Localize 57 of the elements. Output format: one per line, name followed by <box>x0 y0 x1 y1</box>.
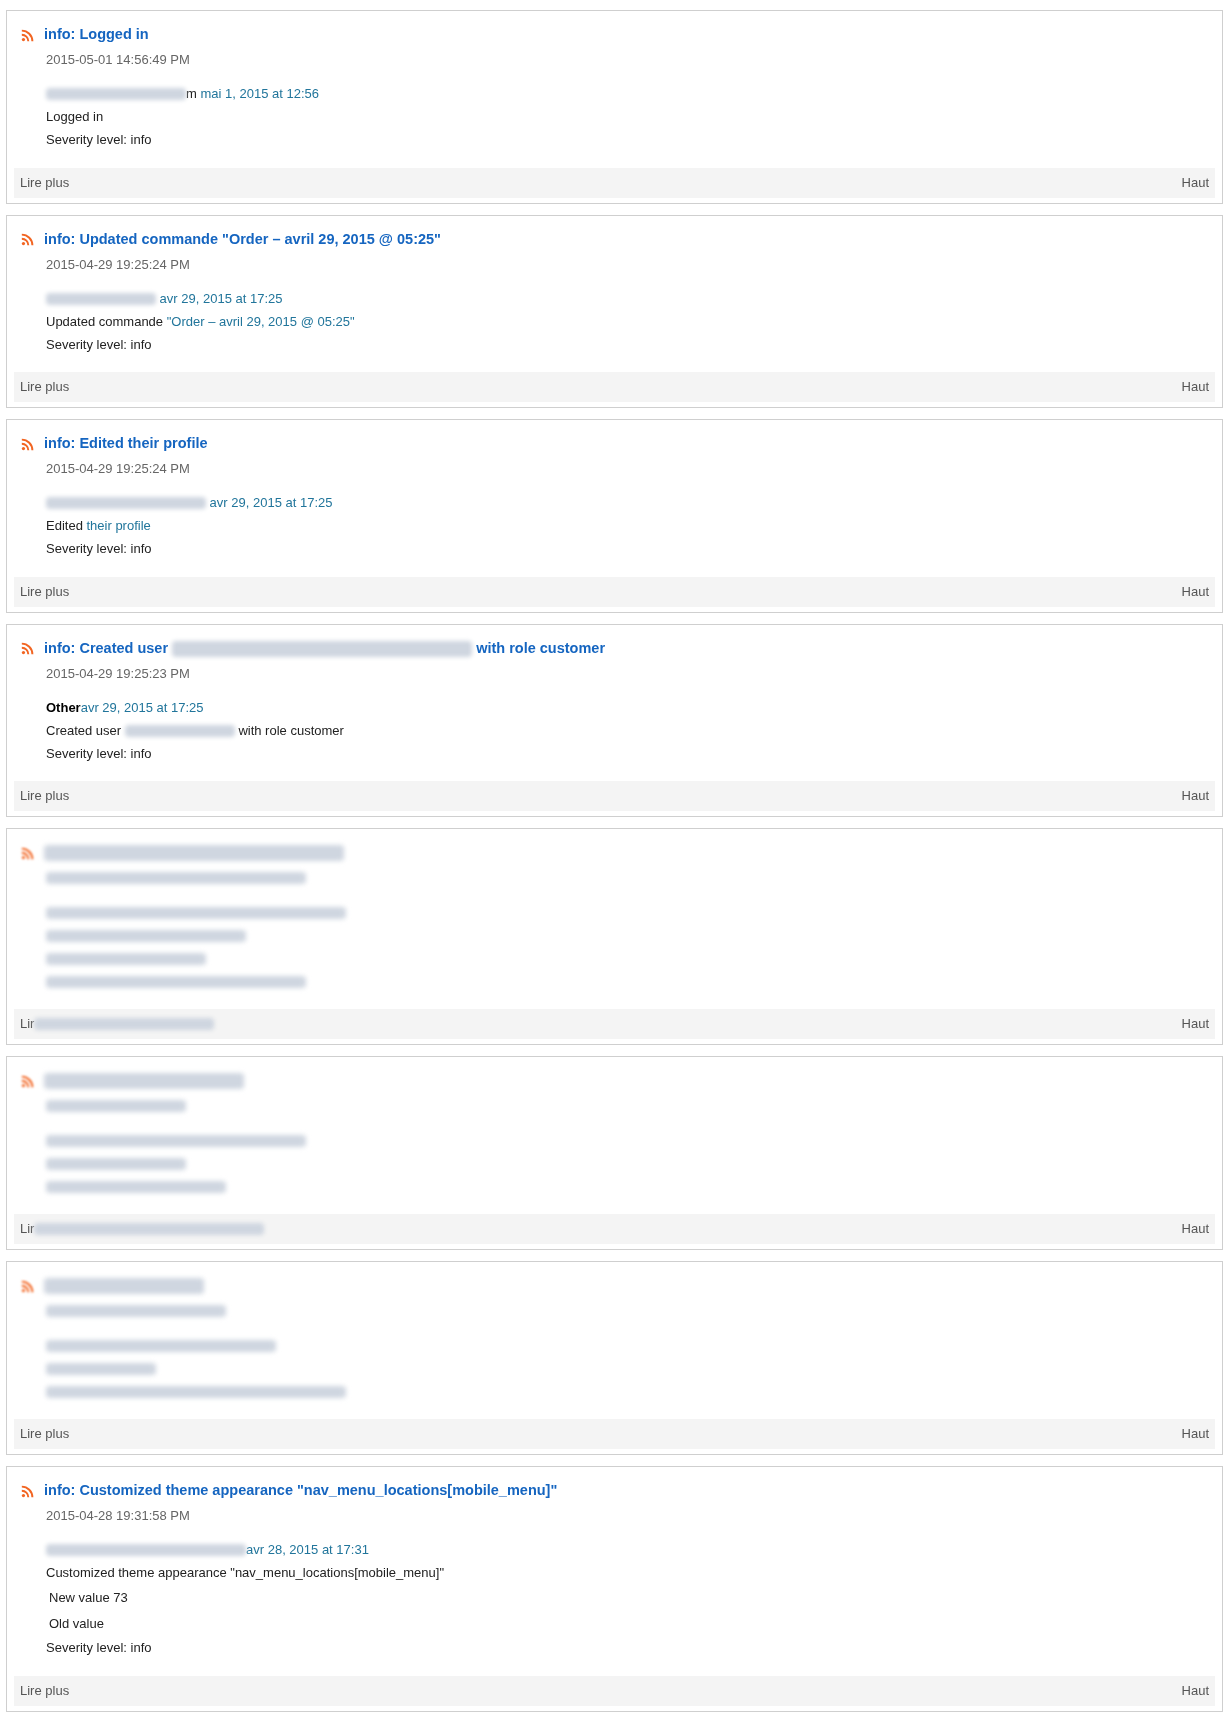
entry-text: New value 73 <box>49 1588 128 1607</box>
entry-date: 2015-04-29 19:25:24 PM <box>45 460 191 478</box>
entry-text: Edited <box>46 517 84 536</box>
read-more-link[interactable]: Lire plus <box>20 172 70 193</box>
read-more-link[interactable]: Lire plus <box>20 1424 70 1444</box>
entry-link[interactable]: avr 29, 2015 at 17:25 <box>206 493 333 513</box>
read-more-link[interactable]: Lir <box>20 1219 35 1239</box>
rss-icon <box>21 846 34 860</box>
entry-title[interactable]: info: Created user <box>44 637 173 660</box>
entry-link[interactable]: avr 29, 2015 at 17:25 <box>156 288 283 309</box>
user-name: Other <box>46 698 81 717</box>
entry-text: Logged in <box>46 108 104 127</box>
back-to-top-link[interactable]: Haut <box>1181 1680 1209 1701</box>
entry-text: Severity level: info <box>46 1639 152 1658</box>
back-to-top-link[interactable]: Haut <box>1181 1424 1209 1444</box>
entry-link[interactable]: "Order – avril 29, 2015 @ 05:25" <box>166 311 355 332</box>
entry-title[interactable]: info: Logged in <box>44 24 149 46</box>
entry-link[interactable]: avr 28, 2015 at 17:31 <box>246 1540 369 1560</box>
entry-text: with role customer <box>237 721 344 740</box>
entry-title[interactable]: info: Updated commande "Order – avril 29, 2015 @ 05:25" <box>44 228 441 251</box>
entry-date: 2015-04-29 19:25:24 PM <box>45 255 191 274</box>
back-to-top-link[interactable]: Haut <box>1181 377 1209 397</box>
entry-text: Customized theme appearance "nav_menu_locations[mobile_menu]" <box>46 1564 445 1583</box>
back-to-top-link[interactable]: Haut <box>1181 581 1209 602</box>
rss-icon <box>21 1279 34 1293</box>
entry-text: Severity level: info <box>46 540 152 559</box>
read-more-link[interactable]: Lir <box>20 1014 35 1034</box>
entry-link[interactable]: mai 1, 2015 at 12:56 <box>196 84 319 104</box>
entry-date: 2015-04-29 19:25:23 PM <box>45 664 191 683</box>
back-to-top-link[interactable]: Haut <box>1181 1014 1209 1034</box>
entry-text: Updated commande <box>46 312 165 331</box>
entry-title[interactable]: info: Edited their profile <box>44 433 208 455</box>
entry-title[interactable]: info: Customized theme appearance "nav_menu_locations[mobile_menu]" <box>44 1480 558 1502</box>
read-more-link[interactable]: Lire plus <box>20 377 70 397</box>
entry-date: 2015-04-28 19:31:58 PM <box>45 1507 191 1525</box>
entry-link[interactable]: avr 29, 2015 at 17:25 <box>80 697 204 718</box>
read-more-link[interactable]: Lire plus <box>20 581 70 602</box>
rss-icon <box>21 1074 34 1088</box>
back-to-top-link[interactable]: Haut <box>1181 172 1209 193</box>
rss-icon <box>21 642 34 655</box>
read-more-link[interactable]: Lire plus <box>20 1680 70 1701</box>
entry-text: Severity level: info <box>46 131 152 150</box>
rss-icon <box>21 437 34 451</box>
rss-icon <box>21 28 34 42</box>
read-more-link[interactable]: Lire plus <box>20 786 70 806</box>
back-to-top-link[interactable]: Haut <box>1181 1219 1209 1239</box>
entry-text: Severity level: info <box>46 335 152 354</box>
entry-text: Severity level: info <box>46 744 152 763</box>
rss-icon <box>21 233 34 246</box>
back-to-top-link[interactable]: Haut <box>1181 786 1209 806</box>
entry-text: m <box>186 85 197 104</box>
entry-link[interactable]: their profile <box>86 516 151 536</box>
entry-text: Old value <box>49 1614 104 1633</box>
entry-date: 2015-05-01 14:56:49 PM <box>45 51 191 69</box>
entry-text: Created user <box>46 721 123 740</box>
entry-title[interactable]: with role customer <box>472 637 606 660</box>
rss-icon <box>21 1484 34 1498</box>
